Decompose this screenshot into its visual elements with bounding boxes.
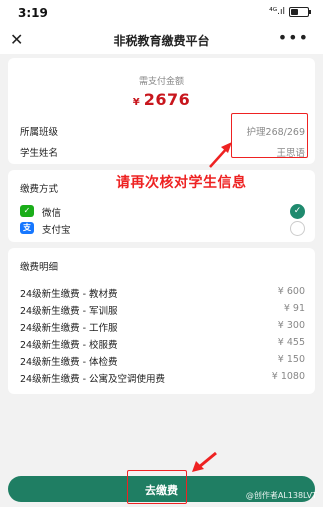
fee-name: 24级新生缴费 - 公寓及空调使用费 (20, 374, 166, 385)
wechat-label: 微信 (42, 208, 62, 219)
status-icons: ⁴ᴳ.ıl (269, 7, 311, 17)
fee-row: 24级新生缴费 - 体检费 ¥ 150 (20, 354, 305, 368)
fee-row: 24级新生缴费 - 教材费 ¥ 600 (20, 286, 305, 300)
wechat-icon: ✓ (20, 205, 34, 217)
payment-option-wechat[interactable]: ✓ 微信 ✓ (20, 204, 305, 221)
student-label: 学生姓名 (20, 148, 59, 159)
class-label: 所属班级 (20, 127, 59, 138)
pay-button-highlight (127, 470, 187, 504)
amount-number: 2676 (143, 90, 191, 109)
currency-symbol: ¥ (132, 97, 140, 108)
wechat-radio[interactable]: ✓ (290, 204, 305, 219)
payment-option-alipay[interactable]: 支 支付宝 (20, 221, 305, 238)
payment-method-title: 缴费方式 (20, 184, 59, 195)
fee-details-title: 缴费明细 (20, 262, 59, 273)
fee-name: 24级新生缴费 - 校服费 (20, 340, 118, 351)
fee-price: ¥ 150 (277, 354, 305, 365)
fee-row: 24级新生缴费 - 公寓及空调使用费 ¥ 1080 (20, 371, 305, 385)
amount-label: 需支付金额 (138, 77, 184, 87)
alipay-icon: 支 (20, 222, 34, 234)
annotation-arrow-icon (209, 142, 232, 168)
pay-arrow-icon (192, 451, 217, 472)
amount-value: ¥2676 (8, 90, 315, 109)
fee-price: ¥ 455 (277, 337, 305, 348)
annotation-hint: 请再次核对学生信息 (116, 175, 247, 191)
signal-icon: ⁴ᴳ.ıl (269, 7, 285, 17)
more-icon[interactable]: ••• (278, 28, 309, 47)
fee-row: 24级新生缴费 - 军训服 ¥ 91 (20, 303, 305, 317)
fee-row: 24级新生缴费 - 工作服 ¥ 300 (20, 320, 305, 334)
fee-details-card: 缴费明细 24级新生缴费 - 教材费 ¥ 600 24级新生缴费 - 军训服 ¥… (8, 248, 315, 394)
fee-row: 24级新生缴费 - 校服费 ¥ 455 (20, 337, 305, 351)
fee-name: 24级新生缴费 - 教材费 (20, 289, 118, 300)
nav-bar: ✕ 非税教育缴费平台 ••• (0, 26, 323, 54)
fee-name: 24级新生缴费 - 工作服 (20, 323, 118, 334)
fee-price: ¥ 91 (283, 303, 305, 314)
fee-name: 24级新生缴费 - 体检费 (20, 357, 118, 368)
page-title: 非税教育缴费平台 (113, 34, 210, 48)
status-bar: 3:19 ⁴ᴳ.ıl (0, 0, 323, 26)
status-time: 3:19 (18, 6, 48, 20)
fee-price: ¥ 1080 (271, 371, 305, 382)
alipay-label: 支付宝 (42, 225, 71, 236)
battery-fill (291, 9, 298, 15)
fee-name: 24级新生缴费 - 军训服 (20, 306, 118, 317)
watermark: @创作者AL138LVT (245, 491, 317, 500)
battery-icon (289, 7, 311, 17)
fee-price: ¥ 300 (277, 320, 305, 331)
fee-price: ¥ 600 (277, 286, 305, 297)
alipay-radio[interactable] (290, 221, 305, 236)
student-info-highlight (231, 113, 308, 158)
